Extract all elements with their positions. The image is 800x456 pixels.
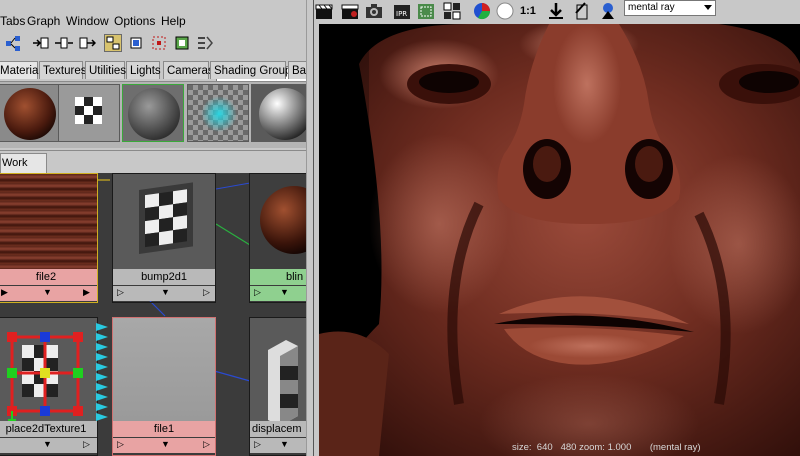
port-output-icon[interactable]: ▷ [203,439,210,450]
port-expand-icon[interactable]: ▼ [43,439,52,449]
material-swatch-gray[interactable] [122,84,184,142]
node-displacement-thumbnail [250,318,306,426]
zoom-one-to-one-button[interactable]: 1:1 [520,1,540,21]
alpha-icon[interactable] [495,1,515,21]
node-bump2d1[interactable]: bump2d1 ▷ ▼ ▷ [112,173,216,303]
tab-bar: Materials Textures Utilities Lights Came… [0,59,306,82]
rearrange-icon[interactable] [173,34,191,52]
tab-textures[interactable]: Textures [39,61,86,79]
render-view-panel: IPR 1:1 mental ray size: 640 480 zoom: 1… [314,0,800,456]
extra-icon[interactable] [196,34,214,52]
remove-image-icon[interactable] [572,1,592,21]
menu-bar: Tabs Graph Window Options Help [0,12,306,31]
node-file2-label: file2 [0,269,97,285]
render-image-frame: size: 640 480 zoom: 1.000 (mental ray) [319,24,800,456]
render-view-toolbar: IPR 1:1 mental ray [314,0,800,22]
material-swatch-wood[interactable] [0,84,60,142]
port-input-icon[interactable]: ▷ [254,287,261,298]
node-blinn-label: blin [250,269,306,285]
input-connections-icon[interactable] [32,34,50,52]
menu-help[interactable]: Help [161,14,186,28]
node-displacement[interactable]: displacem ▷ ▼ [249,317,306,456]
tab-lights[interactable]: Lights [126,61,161,79]
workarea-header: Work Area [0,150,306,188]
node-file1-label: file1 [113,421,215,437]
tab-utilities[interactable]: Utilities [85,61,126,79]
port-output-icon[interactable]: ▷ [203,287,210,298]
tab-materials[interactable]: Materials [0,61,47,79]
options-icon[interactable] [442,1,462,21]
node-file2-thumbnail [0,174,97,269]
node-bump2d1-label: bump2d1 [113,269,215,285]
port-expand-icon[interactable]: ▼ [161,439,170,449]
hypershade-panel: Tabs Graph Window Options Help Materials… [0,0,306,456]
node-file1-thumbnail [113,318,215,421]
port-input-icon[interactable]: ▷ [117,439,124,450]
node-blinn[interactable]: blin ▷ ▼ [249,173,306,303]
hypershade-toolbar [0,32,306,83]
clapboard-icon[interactable] [314,1,334,21]
node-graph[interactable]: file2 ▶ ▼ ▶ bump2d1 ▷ ▼ ▷ blin ▷ ▼ place… [0,173,306,456]
menu-tabs[interactable]: Tabs [0,14,25,28]
material-swatches [0,82,306,148]
node-place2dtexture1[interactable]: place2dTexture1 ▼ ▷ [0,317,98,456]
keep-image-icon[interactable] [546,1,566,21]
port-expand-icon[interactable]: ▼ [43,287,52,297]
port-input-icon[interactable]: ▷ [117,287,124,298]
port-output-icon[interactable]: ▶ [83,287,90,298]
input-output-icon[interactable] [55,34,73,52]
rgb-icon[interactable] [472,1,492,21]
material-swatch-chrome[interactable] [251,84,306,142]
tab-work-area[interactable]: Work Area [0,153,47,188]
node-blinn-ports: ▷ ▼ [250,286,306,301]
ipr-icon[interactable]: IPR [392,1,412,21]
node-displacement-label: displacem [250,421,306,437]
node-file1-ports: ▷ ▼ ▷ [113,438,215,453]
connection-arrows [96,321,110,429]
selection-icon[interactable] [127,34,145,52]
node-place2dtexture1-ports: ▼ ▷ [0,438,97,453]
port-input-icon[interactable]: ▷ [254,439,261,450]
menu-options[interactable]: Options [114,14,155,28]
panel-splitter[interactable] [306,0,314,456]
node-displacement-ports: ▷ ▼ [250,438,306,453]
node-file1[interactable]: file1 ▷ ▼ ▷ [112,317,216,456]
rv-extra-icon[interactable] [598,1,618,21]
renderer-dropdown-value: mental ray [628,2,675,13]
node-file2[interactable]: file2 ▶ ▼ ▶ [0,173,98,303]
node-bump2d1-thumbnail [113,174,215,269]
node-place2dtexture1-label: place2dTexture1 [0,421,97,437]
render-info-label: size: 640 480 zoom: 1.000 (mental ray) [512,442,701,453]
menu-graph[interactable]: Graph [27,14,60,28]
node-bump2d1-ports: ▷ ▼ ▷ [113,286,215,301]
clapboard-redo-icon[interactable] [340,1,360,21]
svg-text:IPR: IPR [396,10,407,18]
material-swatch-checker-glow[interactable] [187,84,249,142]
output-connections-icon[interactable] [78,34,97,52]
render-image [319,24,800,456]
graph-mode-icon[interactable] [104,34,122,52]
region-icon[interactable] [416,1,436,21]
node-blinn-thumbnail [250,174,306,269]
port-output-icon[interactable]: ▷ [83,439,90,450]
node-file2-ports: ▶ ▼ ▶ [0,286,97,301]
clear-icon[interactable] [150,34,168,52]
tab-shading-groups[interactable]: Shading Groups [210,61,297,79]
material-swatch-checker-cube[interactable] [58,84,120,142]
renderer-dropdown[interactable]: mental ray [624,0,716,16]
port-input-icon[interactable]: ▶ [1,287,8,298]
chevron-down-icon [704,5,712,10]
port-expand-icon[interactable]: ▼ [280,439,289,449]
node-place2dtexture1-thumbnail [0,318,97,427]
snapshot-icon[interactable] [364,1,384,21]
graph-icon[interactable] [4,34,22,52]
port-expand-icon[interactable]: ▼ [161,287,170,297]
port-expand-icon[interactable]: ▼ [280,287,289,297]
menu-window[interactable]: Window [66,14,109,28]
tab-cameras[interactable]: Cameras [163,61,214,79]
tab-bake-sets[interactable]: Ba [288,61,306,79]
